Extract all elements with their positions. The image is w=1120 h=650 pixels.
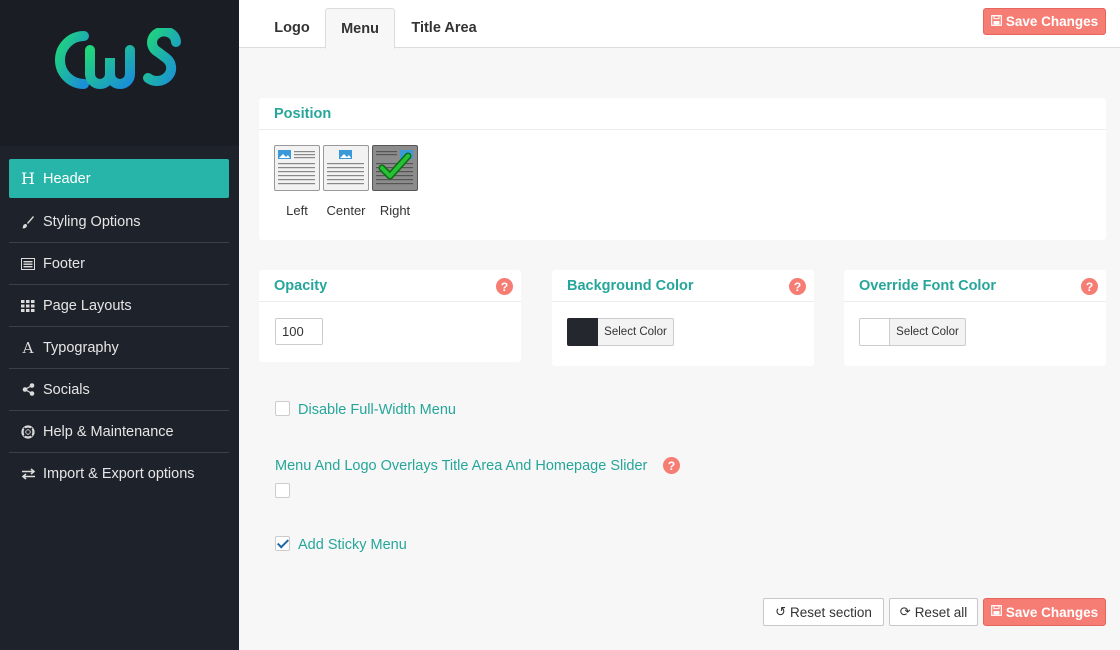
sidebar-item-import-export[interactable]: Import & Export options xyxy=(9,453,229,495)
tab-menu[interactable]: Menu xyxy=(325,8,395,49)
background-color-swatch[interactable] xyxy=(567,318,598,346)
sticky-menu-checkbox[interactable] xyxy=(275,536,290,551)
background-color-title-text: Background Color xyxy=(567,277,694,294)
help-icon[interactable]: ? xyxy=(1081,278,1098,295)
font-color-swatch[interactable] xyxy=(859,318,890,346)
reset-section-label: Reset section xyxy=(790,604,872,620)
opacity-input[interactable] xyxy=(275,318,323,345)
position-panel: Position Left Center Right xyxy=(259,98,1106,240)
exchange-icon xyxy=(19,468,37,480)
grid-icon xyxy=(19,299,37,313)
font-color-title: Override Font Color ? xyxy=(844,270,1106,302)
background-color-panel: Background Color ? Select Color xyxy=(552,270,814,366)
sidebar-item-label: Typography xyxy=(43,339,119,356)
brand-logo xyxy=(55,28,181,89)
position-center-option[interactable] xyxy=(323,145,369,191)
save-changes-label: Save Changes xyxy=(1005,14,1099,29)
font-select-color-button[interactable]: Select Color xyxy=(890,318,966,346)
sidebar-item-label: Page Layouts xyxy=(43,297,132,314)
tab-title-area[interactable]: Title Area xyxy=(399,8,489,48)
floppy-disk-icon xyxy=(990,14,1002,29)
save-changes-label: Save Changes xyxy=(1005,604,1099,620)
sidebar-item-label: Help & Maintenance xyxy=(43,423,174,440)
opacity-title: Opacity ? xyxy=(259,270,521,302)
disable-full-width-label: Disable Full-Width Menu xyxy=(298,402,456,418)
overlay-label: Menu And Logo Overlays Title Area And Ho… xyxy=(275,458,648,474)
undo-icon: ↺ xyxy=(775,604,787,619)
header-icon: H xyxy=(21,169,35,188)
background-color-title: Background Color ? xyxy=(552,270,814,302)
logo-area xyxy=(0,0,239,146)
share-icon xyxy=(19,383,37,396)
sidebar-item-label: Import & Export options xyxy=(43,466,195,482)
font-color-title-text: Override Font Color xyxy=(859,277,996,294)
background-select-color-button[interactable]: Select Color xyxy=(598,318,674,346)
refresh-icon: ⟳ xyxy=(899,604,911,619)
sidebar-item-label: Styling Options xyxy=(43,213,141,230)
position-right-option[interactable] xyxy=(372,145,418,191)
overlay-checkbox[interactable] xyxy=(275,483,290,498)
layout-center-icon xyxy=(327,150,364,185)
opacity-title-text: Opacity xyxy=(274,277,328,294)
list-alt-icon xyxy=(19,257,37,270)
font-color-panel: Override Font Color ? Select Color xyxy=(844,270,1106,366)
sidebar-nav: H Header Styling Options Footer Page Lay… xyxy=(9,159,229,495)
font-icon: A xyxy=(22,338,34,357)
position-left-label: Left xyxy=(286,203,308,218)
reset-all-label: Reset all xyxy=(914,604,968,620)
disable-full-width-checkbox[interactable] xyxy=(275,401,290,416)
sidebar-item-socials[interactable]: Socials xyxy=(9,369,229,411)
reset-all-button[interactable]: ⟳ Reset all xyxy=(889,598,978,626)
sidebar-item-header[interactable]: H Header xyxy=(9,159,229,198)
sidebar-item-help-maintenance[interactable]: Help & Maintenance xyxy=(9,411,229,453)
position-left-option[interactable] xyxy=(274,145,320,191)
floppy-disk-icon xyxy=(990,605,1002,619)
position-title: Position xyxy=(259,98,1106,130)
help-icon[interactable]: ? xyxy=(789,278,806,295)
save-changes-button-bottom[interactable]: Save Changes xyxy=(983,598,1106,626)
sidebar-item-page-layouts[interactable]: Page Layouts xyxy=(9,285,229,327)
sidebar-item-styling-options[interactable]: Styling Options xyxy=(9,201,229,243)
tab-logo[interactable]: Logo xyxy=(261,8,323,48)
save-changes-button-top[interactable]: Save Changes xyxy=(983,8,1106,35)
position-center-label: Center xyxy=(326,203,366,218)
layout-right-icon xyxy=(376,150,413,185)
sidebar-item-label: Header xyxy=(43,170,91,187)
help-icon[interactable]: ? xyxy=(663,457,680,474)
sidebar-item-typography[interactable]: A Typography xyxy=(9,327,229,369)
lifebuoy-icon xyxy=(19,424,37,439)
sidebar: H Header Styling Options Footer Page Lay… xyxy=(0,0,239,650)
sidebar-item-label: Footer xyxy=(43,255,85,272)
reset-section-button[interactable]: ↺ Reset section xyxy=(763,598,884,626)
opacity-panel: Opacity ? xyxy=(259,270,521,362)
help-icon[interactable]: ? xyxy=(496,278,513,295)
sidebar-item-label: Socials xyxy=(43,381,90,398)
brush-icon xyxy=(19,215,37,229)
sidebar-item-footer[interactable]: Footer xyxy=(9,243,229,285)
position-right-label: Right xyxy=(379,203,411,218)
layout-left-icon xyxy=(278,150,315,185)
sticky-menu-label: Add Sticky Menu xyxy=(298,537,407,553)
